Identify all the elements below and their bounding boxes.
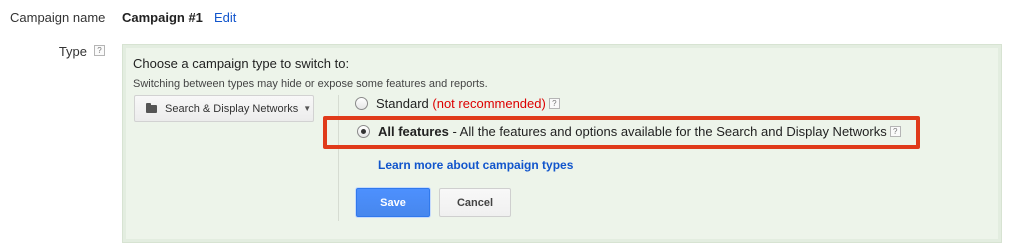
edit-campaign-name-link[interactable]: Edit [214,10,236,25]
option-all-features[interactable]: All features - All the features and opti… [357,124,901,139]
all-features-help-icon[interactable]: ? [889,126,901,137]
campaign-type-panel: Choose a campaign type to switch to: Swi… [122,44,1002,243]
campaign-name-value: Campaign #1 [122,10,203,25]
not-recommended-note: (not recommended) [432,96,546,111]
save-button[interactable]: Save [356,188,430,217]
campaign-name-label: Campaign name [10,10,106,25]
network-type-dropdown-value: Search & Display Networks [165,102,299,115]
option-all-features-description: - All the features and options available… [452,124,887,139]
option-all-features-label: All features [378,124,449,139]
radio-standard[interactable] [355,97,368,110]
panel-subtitle: Switching between types may hide or expo… [133,78,488,90]
standard-help-icon[interactable]: ? [548,98,560,109]
option-standard-label: Standard [376,96,429,111]
network-type-dropdown[interactable]: Search & Display Networks ▼ [134,95,314,122]
learn-more-link[interactable]: Learn more about campaign types [378,158,573,172]
panel-title: Choose a campaign type to switch to: [133,56,350,71]
type-help-icon[interactable]: ? [94,45,105,56]
option-standard[interactable]: Standard (not recommended) ? [355,96,560,111]
cancel-button[interactable]: Cancel [439,188,511,217]
radio-all-features[interactable] [357,125,370,138]
chevron-down-icon: ▼ [303,104,312,113]
folder-icon [146,102,157,113]
type-label: Type [58,44,87,59]
vertical-divider [338,95,339,221]
